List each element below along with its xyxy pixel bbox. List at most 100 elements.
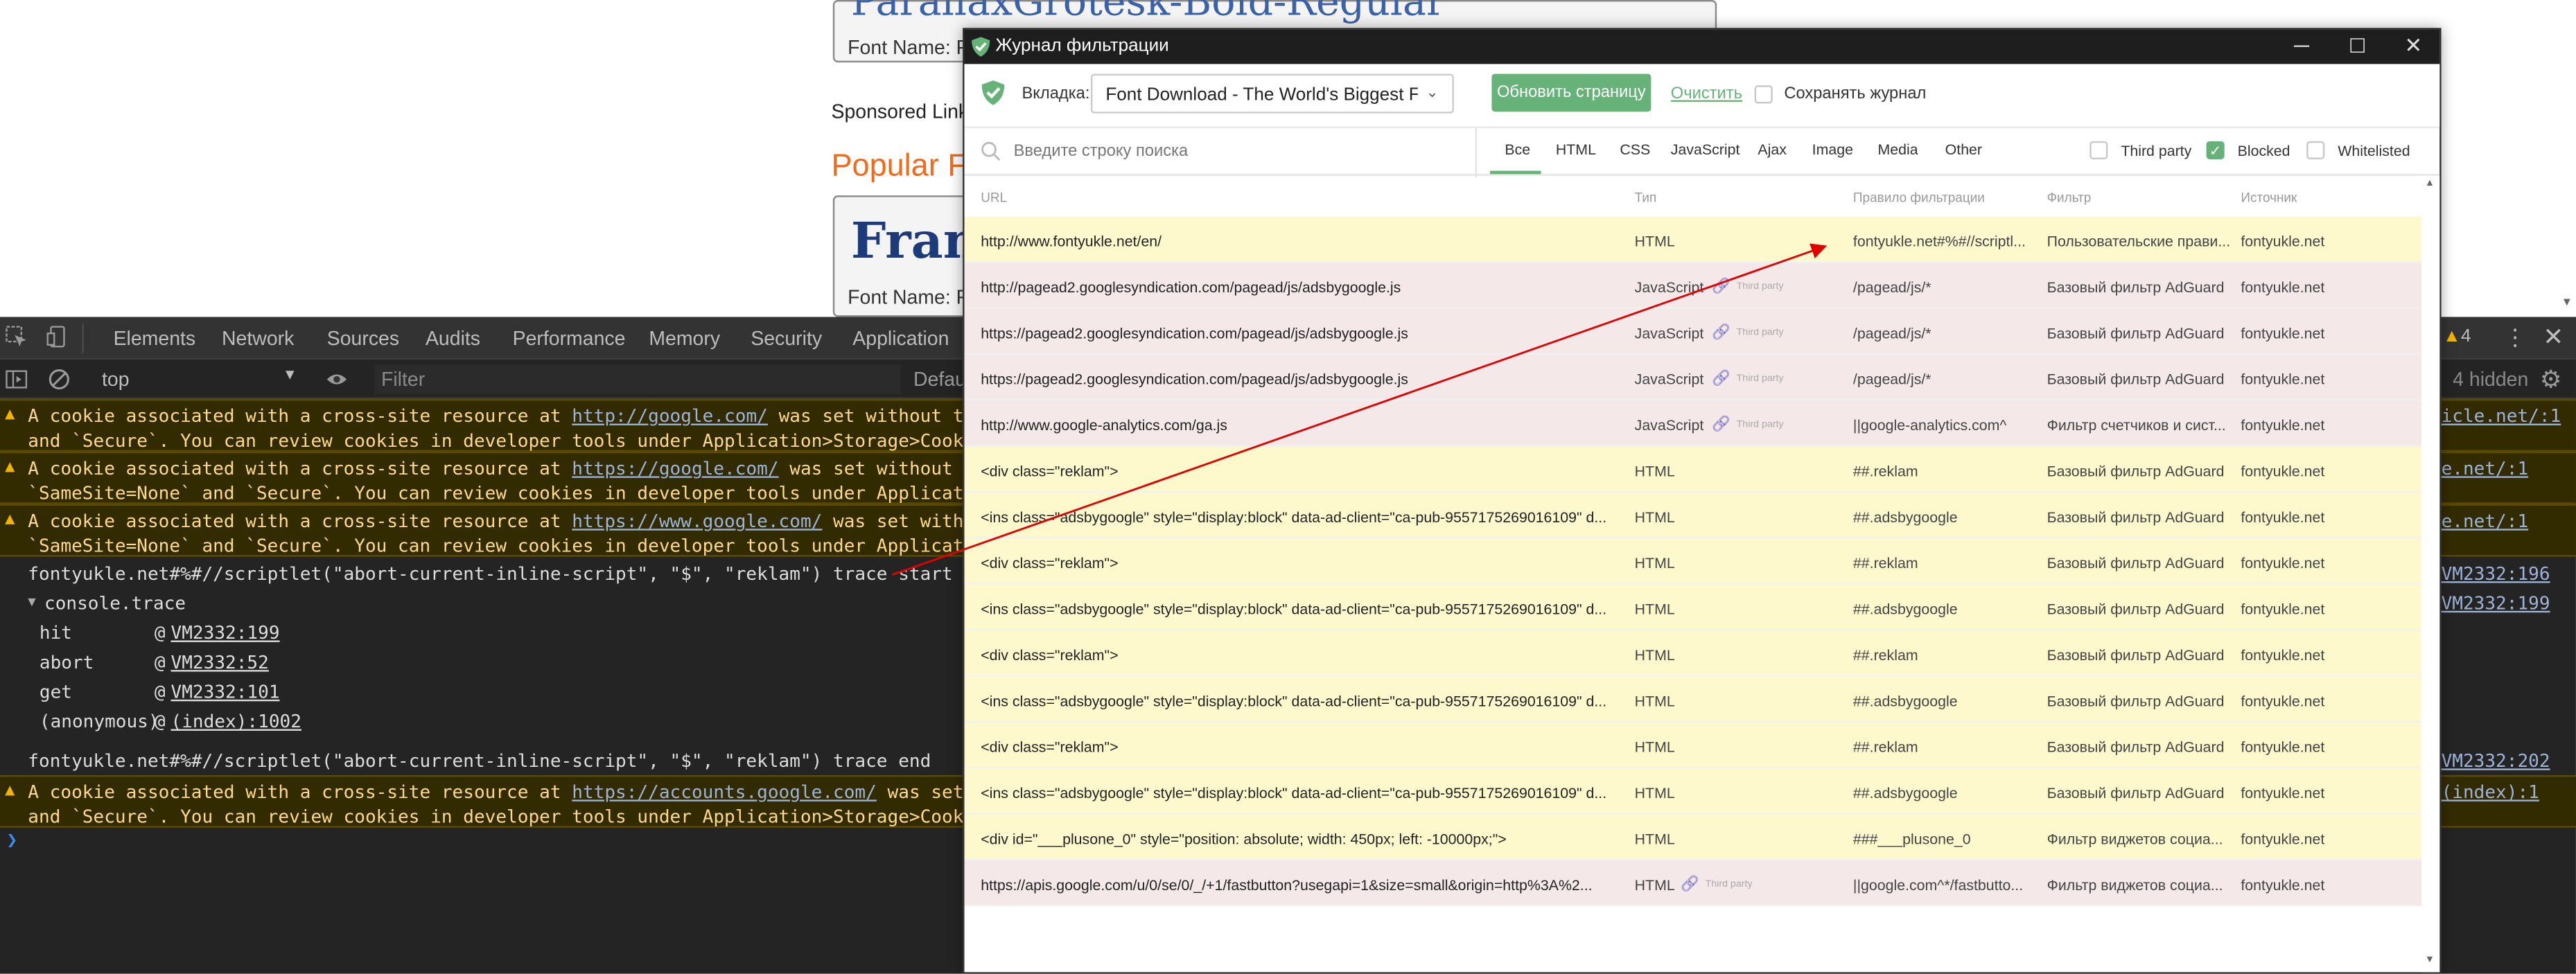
message-source-link[interactable]: (index):1 bbox=[2442, 781, 2539, 803]
message-source-link[interactable]: e.net/:1 bbox=[2442, 458, 2529, 479]
blocked-checkbox[interactable]: ✓ bbox=[2206, 141, 2225, 159]
table-row[interactable]: http://www.fontyukle.net/en/HTML fontyukl… bbox=[964, 216, 2422, 263]
filter-tab-html[interactable]: HTML bbox=[1556, 141, 1596, 158]
tab-select[interactable]: Font Download - The World's Biggest Font… bbox=[1091, 73, 1454, 114]
warning-icon: ▲ bbox=[5, 405, 15, 424]
message-source-link[interactable]: VM2332:202 bbox=[2442, 750, 2550, 772]
message-link[interactable]: https://www.google.com/ bbox=[572, 511, 822, 532]
filter-tab-media[interactable]: Media bbox=[1877, 141, 1918, 158]
context-select[interactable]: top ▼ bbox=[89, 366, 302, 393]
device-toolbar-icon[interactable] bbox=[46, 325, 69, 348]
table-row[interactable]: <ins class="adsbygoogle" style="display:… bbox=[964, 676, 2422, 723]
console-settings-gear-icon[interactable]: ⚙ bbox=[2540, 364, 2562, 394]
message-source-link[interactable]: VM2332:196 bbox=[2442, 563, 2550, 585]
inspect-element-icon[interactable] bbox=[5, 325, 28, 348]
table-row[interactable]: https://pagead2.googlesyndication.com/pa… bbox=[964, 308, 2422, 355]
trace-location-link[interactable]: VM2332:199 bbox=[171, 622, 280, 644]
preserve-log-checkbox[interactable] bbox=[1754, 85, 1773, 104]
tab-application[interactable]: Application bbox=[852, 327, 949, 350]
filter-tab-other[interactable]: Other bbox=[1945, 141, 1982, 158]
tab-audits[interactable]: Audits bbox=[426, 327, 480, 350]
third-party-checkbox[interactable] bbox=[2089, 141, 2108, 159]
window-titlebar[interactable]: Журнал фильтрации ─ ☐ ✕ bbox=[964, 29, 2440, 64]
console-trace-label[interactable]: console.trace bbox=[44, 593, 186, 614]
table-row[interactable]: http://www.google-analytics.com/ga.js Jav… bbox=[964, 400, 2422, 447]
clear-log-link[interactable]: Очистить bbox=[1671, 85, 1742, 103]
table-row[interactable]: <div class="reklam"> HTML ##.reklam Базовый… bbox=[964, 630, 2422, 677]
log-toolbar: Вкладка: Font Download - The World's Big… bbox=[964, 64, 2440, 127]
message-link[interactable]: https://google.com/ bbox=[572, 458, 778, 479]
filter-tab-all[interactable]: Все bbox=[1505, 141, 1530, 158]
filter-tab-javascript[interactable]: JavaScript bbox=[1671, 141, 1740, 158]
trace-location-link[interactable]: (index):1002 bbox=[171, 711, 301, 732]
trace-location-link[interactable]: VM2332:52 bbox=[171, 652, 269, 673]
cell-rule: ||google-analytics.com^ bbox=[1852, 417, 2007, 434]
warning-icon[interactable]: ▲ bbox=[2443, 327, 2461, 346]
cell-source: fontyukle.net bbox=[2241, 876, 2325, 894]
column-header-url[interactable]: URL bbox=[981, 191, 1007, 205]
warning-count[interactable]: 4 bbox=[2461, 327, 2471, 346]
cell-type: HTML bbox=[1634, 785, 1675, 802]
filter-tab-image[interactable]: Image bbox=[1812, 141, 1853, 158]
eye-icon[interactable] bbox=[325, 368, 348, 391]
filter-tab-css[interactable]: CSS bbox=[1620, 141, 1650, 158]
clear-console-icon[interactable] bbox=[48, 368, 71, 391]
whitelisted-label: Whitelisted bbox=[2338, 143, 2410, 159]
table-scrollbar[interactable]: ▲ ▼ bbox=[2421, 175, 2440, 973]
column-header-type[interactable]: Тип bbox=[1635, 191, 1657, 205]
dropdown-arrow-icon: ▼ bbox=[282, 366, 297, 383]
tab-sources[interactable]: Sources bbox=[327, 327, 399, 350]
whitelisted-checkbox[interactable] bbox=[2306, 141, 2325, 159]
message-text: `SameSite=None` and `Secure`. You can re… bbox=[28, 482, 1051, 504]
console-prompt-icon[interactable]: ❯ bbox=[6, 829, 17, 851]
log-levels-select[interactable]: Defau bbox=[913, 368, 966, 391]
scroll-down-icon[interactable]: ▼ bbox=[2561, 297, 2573, 309]
table-row[interactable]: http://pagead2.googlesyndication.com/pag… bbox=[964, 263, 2422, 309]
table-row[interactable]: <div id="___plusone_0" style="position: … bbox=[964, 814, 2422, 861]
sidebar-toggle-icon[interactable] bbox=[5, 368, 28, 391]
message-source-link[interactable]: e.net/:1 bbox=[2442, 511, 2529, 532]
message-source-link[interactable]: VM2332:199 bbox=[2442, 593, 2550, 614]
message-text: and `Secure`. You can review cookies in … bbox=[28, 806, 1040, 828]
maximize-icon[interactable]: ☐ bbox=[2345, 33, 2371, 59]
third-party-tag: Third party bbox=[1736, 374, 1784, 384]
column-header-filter[interactable]: Фильтр bbox=[2047, 191, 2092, 205]
message-source-link[interactable]: icle.net/:1 bbox=[2442, 406, 2561, 427]
expand-triangle-icon[interactable]: ▼ bbox=[28, 594, 35, 609]
tab-network[interactable]: Network bbox=[222, 327, 294, 350]
scroll-down-icon[interactable]: ▼ bbox=[2425, 956, 2435, 966]
cell-source: fontyukle.net bbox=[2241, 233, 2325, 250]
table-row[interactable]: https://apis.google.com/u/0/se/0/_/+1/fa… bbox=[964, 860, 2422, 907]
close-icon[interactable]: ✕ bbox=[2400, 33, 2426, 59]
table-row[interactable]: <div class="reklam"> HTML ##.reklam Базовый… bbox=[964, 538, 2422, 585]
trace-location-link[interactable]: VM2332:101 bbox=[171, 682, 280, 703]
tab-security[interactable]: Security bbox=[751, 327, 822, 350]
cell-url: http://pagead2.googlesyndication.com/pag… bbox=[981, 278, 1401, 296]
console-filter-input[interactable] bbox=[374, 364, 901, 394]
close-devtools-icon[interactable]: ✕ bbox=[2543, 322, 2564, 351]
message-link[interactable]: https://accounts.google.com/ bbox=[572, 781, 877, 803]
table-row[interactable]: <ins class="adsbygoogle" style="display:… bbox=[964, 584, 2422, 631]
scroll-up-icon[interactable]: ▲ bbox=[2425, 179, 2435, 188]
refresh-page-button[interactable]: Обновить страницу bbox=[1491, 73, 1651, 112]
minimize-icon[interactable]: ─ bbox=[2288, 33, 2315, 59]
column-header-source[interactable]: Источник bbox=[2241, 191, 2297, 205]
tab-memory[interactable]: Memory bbox=[649, 327, 720, 350]
tab-performance[interactable]: Performance bbox=[513, 327, 626, 350]
tab-elements[interactable]: Elements bbox=[114, 327, 196, 350]
column-header-rule[interactable]: Правило фильтрации bbox=[1853, 191, 1985, 205]
search-input[interactable] bbox=[1013, 136, 1457, 168]
cell-source: fontyukle.net bbox=[2241, 831, 2325, 848]
filter-tab-ajax[interactable]: Ajax bbox=[1758, 141, 1787, 158]
more-options-icon[interactable]: ⋮ bbox=[2504, 324, 2527, 351]
table-row[interactable]: <ins class="adsbygoogle" style="display:… bbox=[964, 493, 2422, 539]
table-row[interactable]: https://pagead2.googlesyndication.com/pa… bbox=[964, 355, 2422, 401]
table-row[interactable]: <div class="reklam"> HTML ##.reklam Базовый… bbox=[964, 723, 2422, 769]
table-row[interactable]: <div class="reklam"> HTML ##.reklam Базовый… bbox=[964, 446, 2422, 493]
message-link[interactable]: http://google.com/ bbox=[572, 406, 768, 427]
adguard-logo-icon bbox=[981, 80, 1005, 105]
page-scrollbar[interactable]: ▼ bbox=[2556, 0, 2576, 317]
trace-at: @ bbox=[154, 711, 166, 733]
table-row[interactable]: <ins class="adsbygoogle" style="display:… bbox=[964, 768, 2422, 815]
screen: ParallaxGrotesk-Bold-Regular Font Name: … bbox=[0, 0, 2576, 974]
